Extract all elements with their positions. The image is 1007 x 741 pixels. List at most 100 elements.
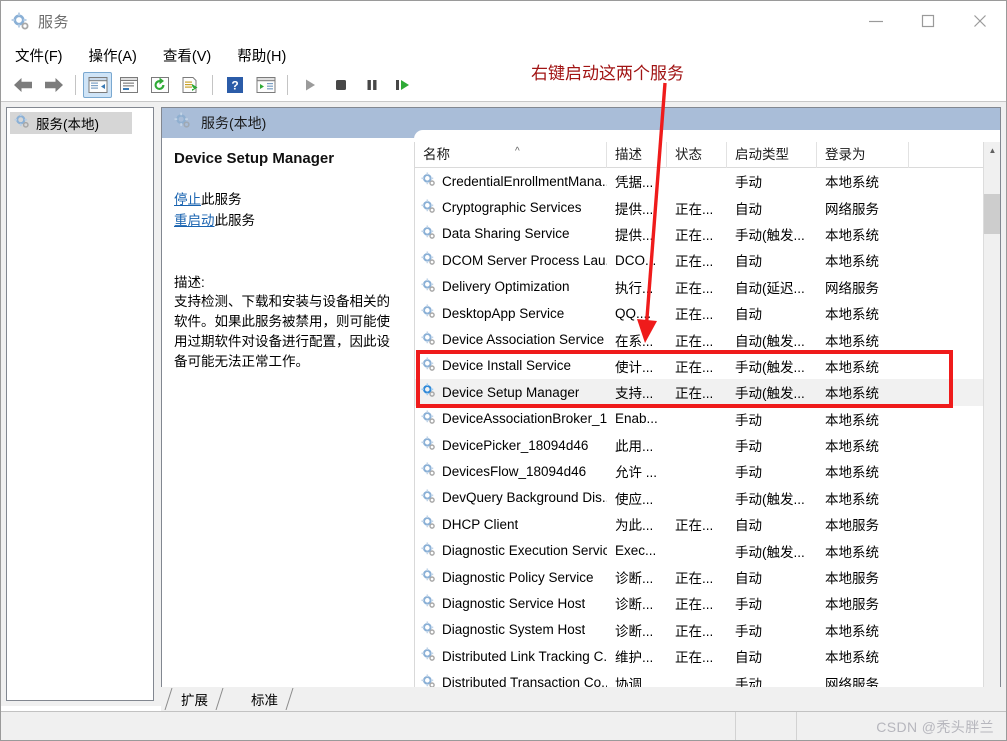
cell-description: Enab... <box>615 411 658 427</box>
start-service-icon[interactable] <box>295 72 324 98</box>
tab-extended[interactable]: 扩展 <box>163 687 224 711</box>
stop-service-icon[interactable] <box>326 72 355 98</box>
table-row[interactable]: Delivery Optimization 执行... 正在... 自动(延迟... 网… <box>415 274 1000 300</box>
cell-name: Diagnostic System Host <box>415 621 607 639</box>
cell-name: DevicePicker_18094d46 <box>415 436 607 454</box>
cell-logon-as: 本地系统 <box>825 175 879 191</box>
cell-name: DevicesFlow_18094d46 <box>415 462 607 480</box>
back-icon[interactable] <box>8 72 37 98</box>
cell-startup-type: 自动 <box>735 201 762 217</box>
service-gear-icon <box>421 568 436 586</box>
cell-logon-as: 本地系统 <box>825 333 879 349</box>
table-row[interactable]: Device Setup Manager 支持... 正在... 手动(触发... 本地… <box>415 379 1000 406</box>
tab-left-edge <box>163 687 173 711</box>
show-action-pane-icon[interactable] <box>251 72 280 98</box>
scroll-up-arrow-icon[interactable]: ▲ <box>984 142 1000 159</box>
status-bar: CSDN @秃头胖兰 <box>1 711 1006 740</box>
table-row[interactable]: Diagnostic Service Host 诊断... 正在... 手动 本地服务 <box>415 590 1000 616</box>
table-row[interactable]: Data Sharing Service 提供... 正在... 手动(触发... 本地… <box>415 221 1000 247</box>
cell-description: Exec... <box>615 543 657 559</box>
table-row[interactable]: DesktopApp Service QQ.... 正在... 自动 本地系统 <box>415 300 1000 326</box>
column-header-startup-type[interactable]: 启动类型 <box>727 141 817 168</box>
table-row[interactable]: Diagnostic Execution Service Exec... 手动(触发… <box>415 537 1000 563</box>
service-name-text: DevicePicker_18094d46 <box>442 437 589 453</box>
table-row[interactable]: Diagnostic System Host 诊断... 正在... 手动 本地系统 <box>415 617 1000 643</box>
list-rows: CredentialEnrollmentMana... 凭据... 手动 本地系统 Cr… <box>415 168 1000 700</box>
detail-service-name: Device Setup Manager <box>174 150 335 167</box>
service-name-text: Device Setup Manager <box>442 384 580 400</box>
forward-icon[interactable] <box>39 72 68 98</box>
pause-service-icon[interactable] <box>357 72 386 98</box>
help-icon[interactable]: ? <box>220 72 249 98</box>
service-name-text: Diagnostic Execution Service <box>442 543 607 559</box>
stop-service-link[interactable]: 停止此服务 <box>174 189 404 210</box>
service-name-text: Device Association Service <box>442 332 605 348</box>
tree-item-label: 服务(本地) <box>36 117 99 132</box>
service-gear-icon <box>421 436 436 454</box>
cell-logon-as: 网络服务 <box>825 201 879 217</box>
column-header-logon-as[interactable]: 登录为 <box>817 141 909 168</box>
properties-icon[interactable] <box>114 72 143 98</box>
table-row[interactable]: Distributed Link Tracking C... 维护... 正在...… <box>415 643 1000 669</box>
maximize-button[interactable] <box>902 1 954 41</box>
menu-file[interactable]: 文件(F) <box>13 43 65 68</box>
show-hide-tree-icon[interactable] <box>83 72 112 98</box>
table-row[interactable]: Cryptographic Services 提供... 正在... 自动 网络服务 <box>415 194 1000 220</box>
export-list-icon[interactable] <box>176 72 205 98</box>
service-name-text: DesktopApp Service <box>442 305 565 321</box>
vertical-scrollbar[interactable]: ▲ ▼ <box>983 142 1000 700</box>
service-gear-icon <box>421 278 436 296</box>
cell-name: DeviceAssociationBroker_1... <box>415 410 607 428</box>
menu-action[interactable]: 操作(A) <box>87 43 139 68</box>
table-row[interactable]: CredentialEnrollmentMana... 凭据... 手动 本地系统 <box>415 168 1000 194</box>
service-gear-icon <box>421 172 436 190</box>
annotation-arrow-icon <box>637 82 667 343</box>
refresh-icon[interactable] <box>145 72 174 98</box>
tab-standard[interactable]: 标准 <box>233 687 294 711</box>
service-gear-icon <box>421 225 436 243</box>
cell-startup-type: 手动 <box>735 175 762 191</box>
service-gear-icon <box>421 515 436 533</box>
service-gear-icon <box>421 357 436 375</box>
cell-name: Diagnostic Execution Service <box>415 542 607 560</box>
service-gear-icon <box>421 199 436 217</box>
cell-logon-as: 本地服务 <box>825 571 879 587</box>
table-row[interactable]: DHCP Client 为此... 正在... 自动 本地服务 <box>415 511 1000 537</box>
close-button[interactable] <box>954 1 1006 41</box>
table-row[interactable]: DevicesFlow_18094d46 允许 ... 手动 本地系统 <box>415 458 1000 484</box>
table-row[interactable]: DevicePicker_18094d46 此用... 手动 本地系统 <box>415 432 1000 458</box>
cell-logon-as: 本地系统 <box>825 227 879 243</box>
service-gear-icon <box>421 542 436 560</box>
cell-description: 维护... <box>615 650 654 666</box>
minimize-button[interactable] <box>850 1 902 41</box>
restart-service-link[interactable]: 重启动此服务 <box>174 210 404 231</box>
cell-status: 正在... <box>675 650 714 666</box>
stop-link-text[interactable]: 停止 <box>174 192 201 207</box>
table-row[interactable]: DeviceAssociationBroker_1... Enab... 手动 本地系… <box>415 406 1000 432</box>
table-row[interactable]: DCOM Server Process Lau... DCO... 正在... 自动本… <box>415 247 1000 273</box>
cell-name: Device Association Service <box>415 331 607 349</box>
restart-service-icon[interactable] <box>388 72 417 98</box>
tab-extended-label: 扩展 <box>181 693 208 708</box>
cell-startup-type: 手动 <box>735 465 762 481</box>
column-header-name[interactable]: 名称 ^ <box>415 141 607 168</box>
cell-logon-as: 本地系统 <box>825 359 879 375</box>
table-row[interactable]: Device Association Service 在系... 正在... 自动(触… <box>415 326 1000 352</box>
cell-logon-as: 本地系统 <box>825 254 879 270</box>
menu-help[interactable]: 帮助(H) <box>235 43 288 68</box>
cell-description: 为此... <box>615 518 654 534</box>
services-gear-icon <box>14 113 30 134</box>
menu-view[interactable]: 查看(V) <box>161 43 213 68</box>
cell-startup-type: 自动(触发... <box>735 333 805 349</box>
table-row[interactable]: Diagnostic Policy Service 诊断... 正在... 自动 本地服… <box>415 564 1000 590</box>
service-name-text: DevicesFlow_18094d46 <box>442 463 587 479</box>
table-row[interactable]: DevQuery Background Dis... 使应... 手动(触发... 本… <box>415 485 1000 511</box>
cell-description: 允许 ... <box>615 465 658 481</box>
cell-startup-type: 手动 <box>735 412 762 428</box>
cell-name: Device Install Service <box>415 357 607 375</box>
restart-link-text[interactable]: 重启动 <box>174 213 215 228</box>
tree-item-services-local[interactable]: 服务(本地) <box>10 112 132 134</box>
cell-logon-as: 本地服务 <box>825 597 879 613</box>
table-row[interactable]: Device Install Service 使计... 正在... 手动(触发...… <box>415 353 1000 379</box>
scrollbar-thumb[interactable] <box>984 194 1000 234</box>
